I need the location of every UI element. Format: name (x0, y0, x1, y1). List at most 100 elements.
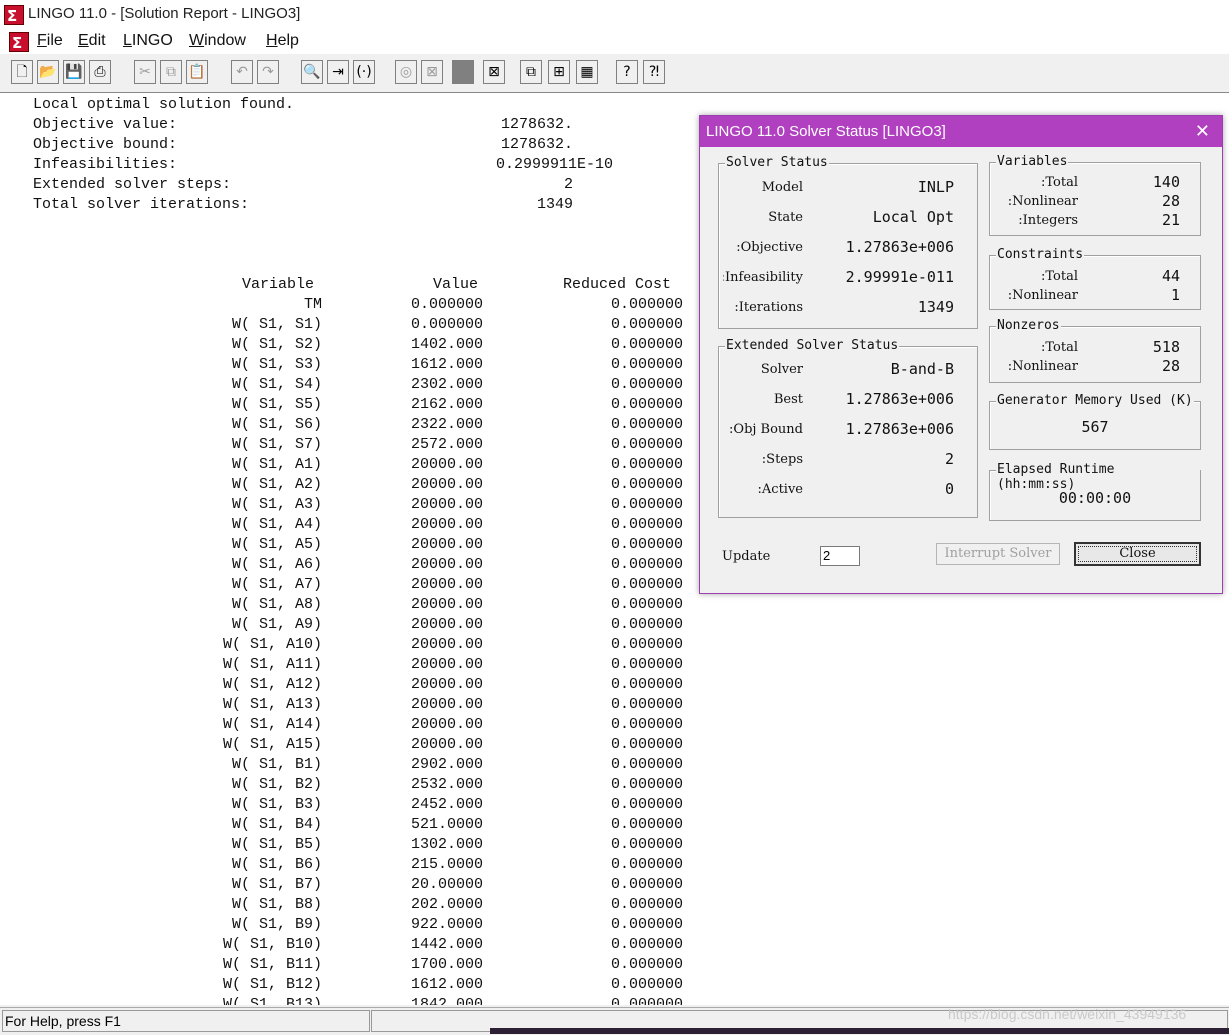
update-interval-input[interactable]: 2 (820, 546, 860, 566)
variable-name: W( S1, A6) (231, 556, 322, 573)
redo-icon[interactable]: ↷ (257, 60, 279, 84)
variable-value: 0.000000 (410, 296, 483, 313)
generator-memory-label: Generator Memory Used (K) (996, 393, 1194, 408)
menu-help[interactable]: Help (266, 32, 299, 50)
report-header-label: Local optimal solution found. (33, 96, 295, 113)
variable-name: W( S1, A10) (222, 636, 322, 653)
variable-name: W( S1, S3) (231, 356, 322, 373)
dialog-close-icon[interactable]: ✕ (1195, 121, 1210, 142)
variable-name: W( S1, A5) (231, 536, 322, 553)
cut-icon[interactable]: ✂ (134, 60, 156, 84)
variable-value: 1402.000 (410, 336, 483, 353)
new-icon[interactable]: 🗋 (11, 60, 33, 84)
open-icon[interactable]: 📂 (37, 60, 59, 84)
status-field-label: Best (773, 392, 803, 407)
reduced-cost-value: 0.000000 (610, 536, 683, 553)
print-icon[interactable]: ⎙ (89, 60, 111, 84)
variable-value: 215.0000 (410, 856, 483, 873)
status-field-value: 0 (944, 480, 954, 498)
column-header-variable: Variable (242, 276, 315, 293)
goto-line-icon[interactable]: ⇥ (327, 60, 349, 84)
variable-value: 2322.000 (410, 416, 483, 433)
reduced-cost-value: 0.000000 (610, 936, 683, 953)
status-field-value: 28 (1161, 192, 1180, 210)
menu-lingo[interactable]: LINGO (123, 32, 173, 50)
update-label: Update (722, 549, 771, 564)
variable-value: 1612.000 (410, 976, 483, 993)
help-icon[interactable]: ? (616, 60, 638, 84)
solver-status-label: Solver Status (725, 155, 829, 170)
menu-edit[interactable]: Edit (78, 32, 106, 50)
undo-icon[interactable]: ↶ (231, 60, 253, 84)
variables-label: Variables (996, 154, 1069, 169)
status-field-label: State (768, 210, 803, 225)
solver-status-dialog[interactable]: LINGO 11.0 Solver Status [LINGO3] ✕ Solv… (699, 115, 1223, 594)
variable-value: 20000.00 (410, 476, 483, 493)
reduced-cost-value: 0.000000 (610, 636, 683, 653)
status-field-value: 1349 (917, 298, 954, 316)
reduced-cost-value: 0.000000 (610, 436, 683, 453)
dialog-title: LINGO 11.0 Solver Status [LINGO3] (706, 123, 946, 140)
report-header-label: Infeasibilities: (33, 156, 178, 173)
variable-name: W( S1, A9) (231, 616, 322, 633)
context-help-icon[interactable]: ⁈ (643, 60, 665, 84)
reduced-cost-value: 0.000000 (610, 716, 683, 733)
dialog-title-bar[interactable]: LINGO 11.0 Solver Status [LINGO3] ✕ (700, 116, 1222, 147)
variable-name: W( S1, A8) (231, 596, 322, 613)
variable-value: 202.0000 (410, 896, 483, 913)
variable-name: TM (303, 296, 322, 313)
variable-name: W( S1, A2) (231, 476, 322, 493)
variable-value: 2902.000 (410, 756, 483, 773)
close-all-icon[interactable]: ⊠ (483, 60, 505, 84)
status-field-label: Model (761, 180, 803, 195)
close-button[interactable]: Close (1074, 542, 1201, 566)
document-system-menu-icon[interactable]: Σ (9, 32, 29, 52)
variable-value: 20000.00 (410, 676, 483, 693)
variable-value: 1700.000 (410, 956, 483, 973)
status-field-value: 2 (944, 450, 954, 468)
reduced-cost-value: 0.000000 (610, 596, 683, 613)
variable-name: W( S1, A14) (222, 716, 322, 733)
menu-window[interactable]: Window (189, 32, 246, 50)
variable-name: W( S1, A13) (222, 696, 322, 713)
reduced-cost-value: 0.000000 (610, 576, 683, 593)
arrange-icon[interactable]: ▦ (576, 60, 598, 84)
find-icon[interactable]: 🔍 (301, 60, 323, 84)
variable-name: W( S1, A12) (222, 676, 322, 693)
nonzeros-group: Nonzeros Total: 518 Nonlinear: 28 (989, 318, 1201, 383)
status-field-label: Objective: (736, 240, 803, 255)
variable-name: W( S1, B3) (231, 796, 322, 813)
variable-name: W( S1, S4) (231, 376, 322, 393)
copy-icon[interactable]: ⧉ (160, 60, 182, 84)
elapsed-runtime-value: 00:00:00 (1058, 489, 1132, 507)
nonzeros-label: Nonzeros (996, 318, 1061, 333)
reduced-cost-value: 0.000000 (610, 736, 683, 753)
toolbar: 🗋 📂 💾 ⎙ ✂ ⧉ 📋 ↶ ↷ 🔍 ⇥ (·) ◎ ⊠ ⊠ ⧉ ⊞ ▦ ? … (0, 56, 1229, 93)
menu-bar: Σ File Edit LINGO Window Help (0, 30, 1229, 54)
variable-name: W( S1, A1) (231, 456, 322, 473)
reduced-cost-value: 0.000000 (610, 956, 683, 973)
match-paren-icon[interactable]: (·) (353, 60, 375, 84)
send-to-back-icon[interactable]: ⧉ (520, 60, 542, 84)
status-field-label: Infeasibility: (723, 270, 803, 285)
status-field-label: Nonlinear: (1007, 194, 1078, 209)
lingo-app-icon[interactable]: Σ (4, 5, 24, 25)
generator-memory-group: Generator Memory Used (K) 567 (989, 393, 1201, 450)
interrupt-solver-button[interactable]: Interrupt Solver (936, 543, 1060, 565)
column-header-value: Value (433, 276, 479, 293)
tile-icon[interactable]: ⊞ (548, 60, 570, 84)
paste-icon[interactable]: 📋 (186, 60, 208, 84)
stop-icon[interactable] (452, 60, 474, 84)
reduced-cost-value: 0.000000 (610, 356, 683, 373)
save-icon[interactable]: 💾 (63, 60, 85, 84)
variable-value: 20000.00 (410, 616, 483, 633)
variable-value: 20000.00 (410, 556, 483, 573)
solution-icon[interactable]: ⊠ (421, 60, 443, 84)
menu-file[interactable]: File (37, 32, 63, 50)
variables-group: Variables Total: 140 Nonlinear: 28 Integers:… (989, 154, 1201, 236)
variable-name: W( S1, B5) (231, 836, 322, 853)
solve-icon[interactable]: ◎ (395, 60, 417, 84)
variable-name: W( S1, A7) (231, 576, 322, 593)
reduced-cost-value: 0.000000 (610, 476, 683, 493)
variable-name: W( S1, B9) (231, 916, 322, 933)
